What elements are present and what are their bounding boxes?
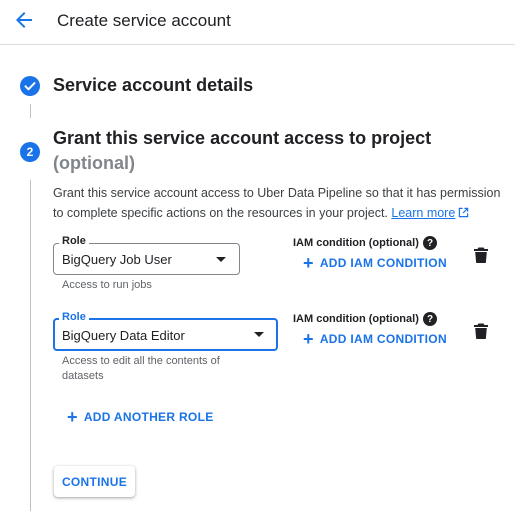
- page-title: Create service account: [57, 11, 231, 30]
- step-2-title: Grant this service account access to pro…: [53, 128, 432, 148]
- iam-condition-label-1: IAM condition (optional): [293, 237, 419, 249]
- step-2-line: [30, 180, 31, 511]
- delete-icon[interactable]: [474, 323, 488, 339]
- role-helper-2: Access to edit all the contents of datas…: [62, 355, 220, 382]
- add-iam-condition-label-1: ADD IAM CONDITION: [319, 256, 447, 270]
- learn-more-link[interactable]: Learn more: [391, 206, 455, 220]
- open-in-new-icon[interactable]: [458, 207, 469, 218]
- dropdown-arrow-icon: [254, 332, 264, 337]
- add-iam-condition-button-1[interactable]: + ADD IAM CONDITION: [303, 253, 447, 273]
- add-iam-condition-label-2: ADD IAM CONDITION: [319, 332, 447, 346]
- iam-condition-label-2: IAM condition (optional): [293, 313, 419, 325]
- help-icon[interactable]: ?: [423, 236, 437, 250]
- step-description: Grant this service account access to Ube…: [53, 183, 503, 223]
- step-2-subtitle: (optional): [53, 153, 135, 173]
- role-label-1: Role: [59, 235, 89, 247]
- step-connector: [30, 104, 31, 118]
- step-2-number: 2: [20, 142, 40, 162]
- role-value-2: BigQuery Data Editor: [62, 328, 185, 343]
- arrow-left-icon[interactable]: [12, 8, 36, 32]
- check-circle-icon: [20, 76, 40, 96]
- role-helper-1: Access to run jobs: [62, 279, 152, 291]
- dropdown-arrow-icon: [216, 257, 226, 262]
- delete-icon[interactable]: [474, 247, 488, 263]
- step-1-title[interactable]: Service account details: [53, 75, 253, 96]
- plus-icon: +: [303, 253, 314, 273]
- add-another-role-button[interactable]: + ADD ANOTHER ROLE: [67, 407, 214, 427]
- role-label-2: Role: [59, 311, 89, 323]
- role-value-1: BigQuery Job User: [62, 252, 172, 267]
- help-icon[interactable]: ?: [423, 312, 437, 326]
- plus-icon: +: [303, 329, 314, 349]
- continue-button[interactable]: CONTINUE: [54, 466, 135, 497]
- plus-icon: +: [67, 407, 78, 427]
- add-another-role-label: ADD ANOTHER ROLE: [83, 410, 214, 424]
- add-iam-condition-button-2[interactable]: + ADD IAM CONDITION: [303, 329, 447, 349]
